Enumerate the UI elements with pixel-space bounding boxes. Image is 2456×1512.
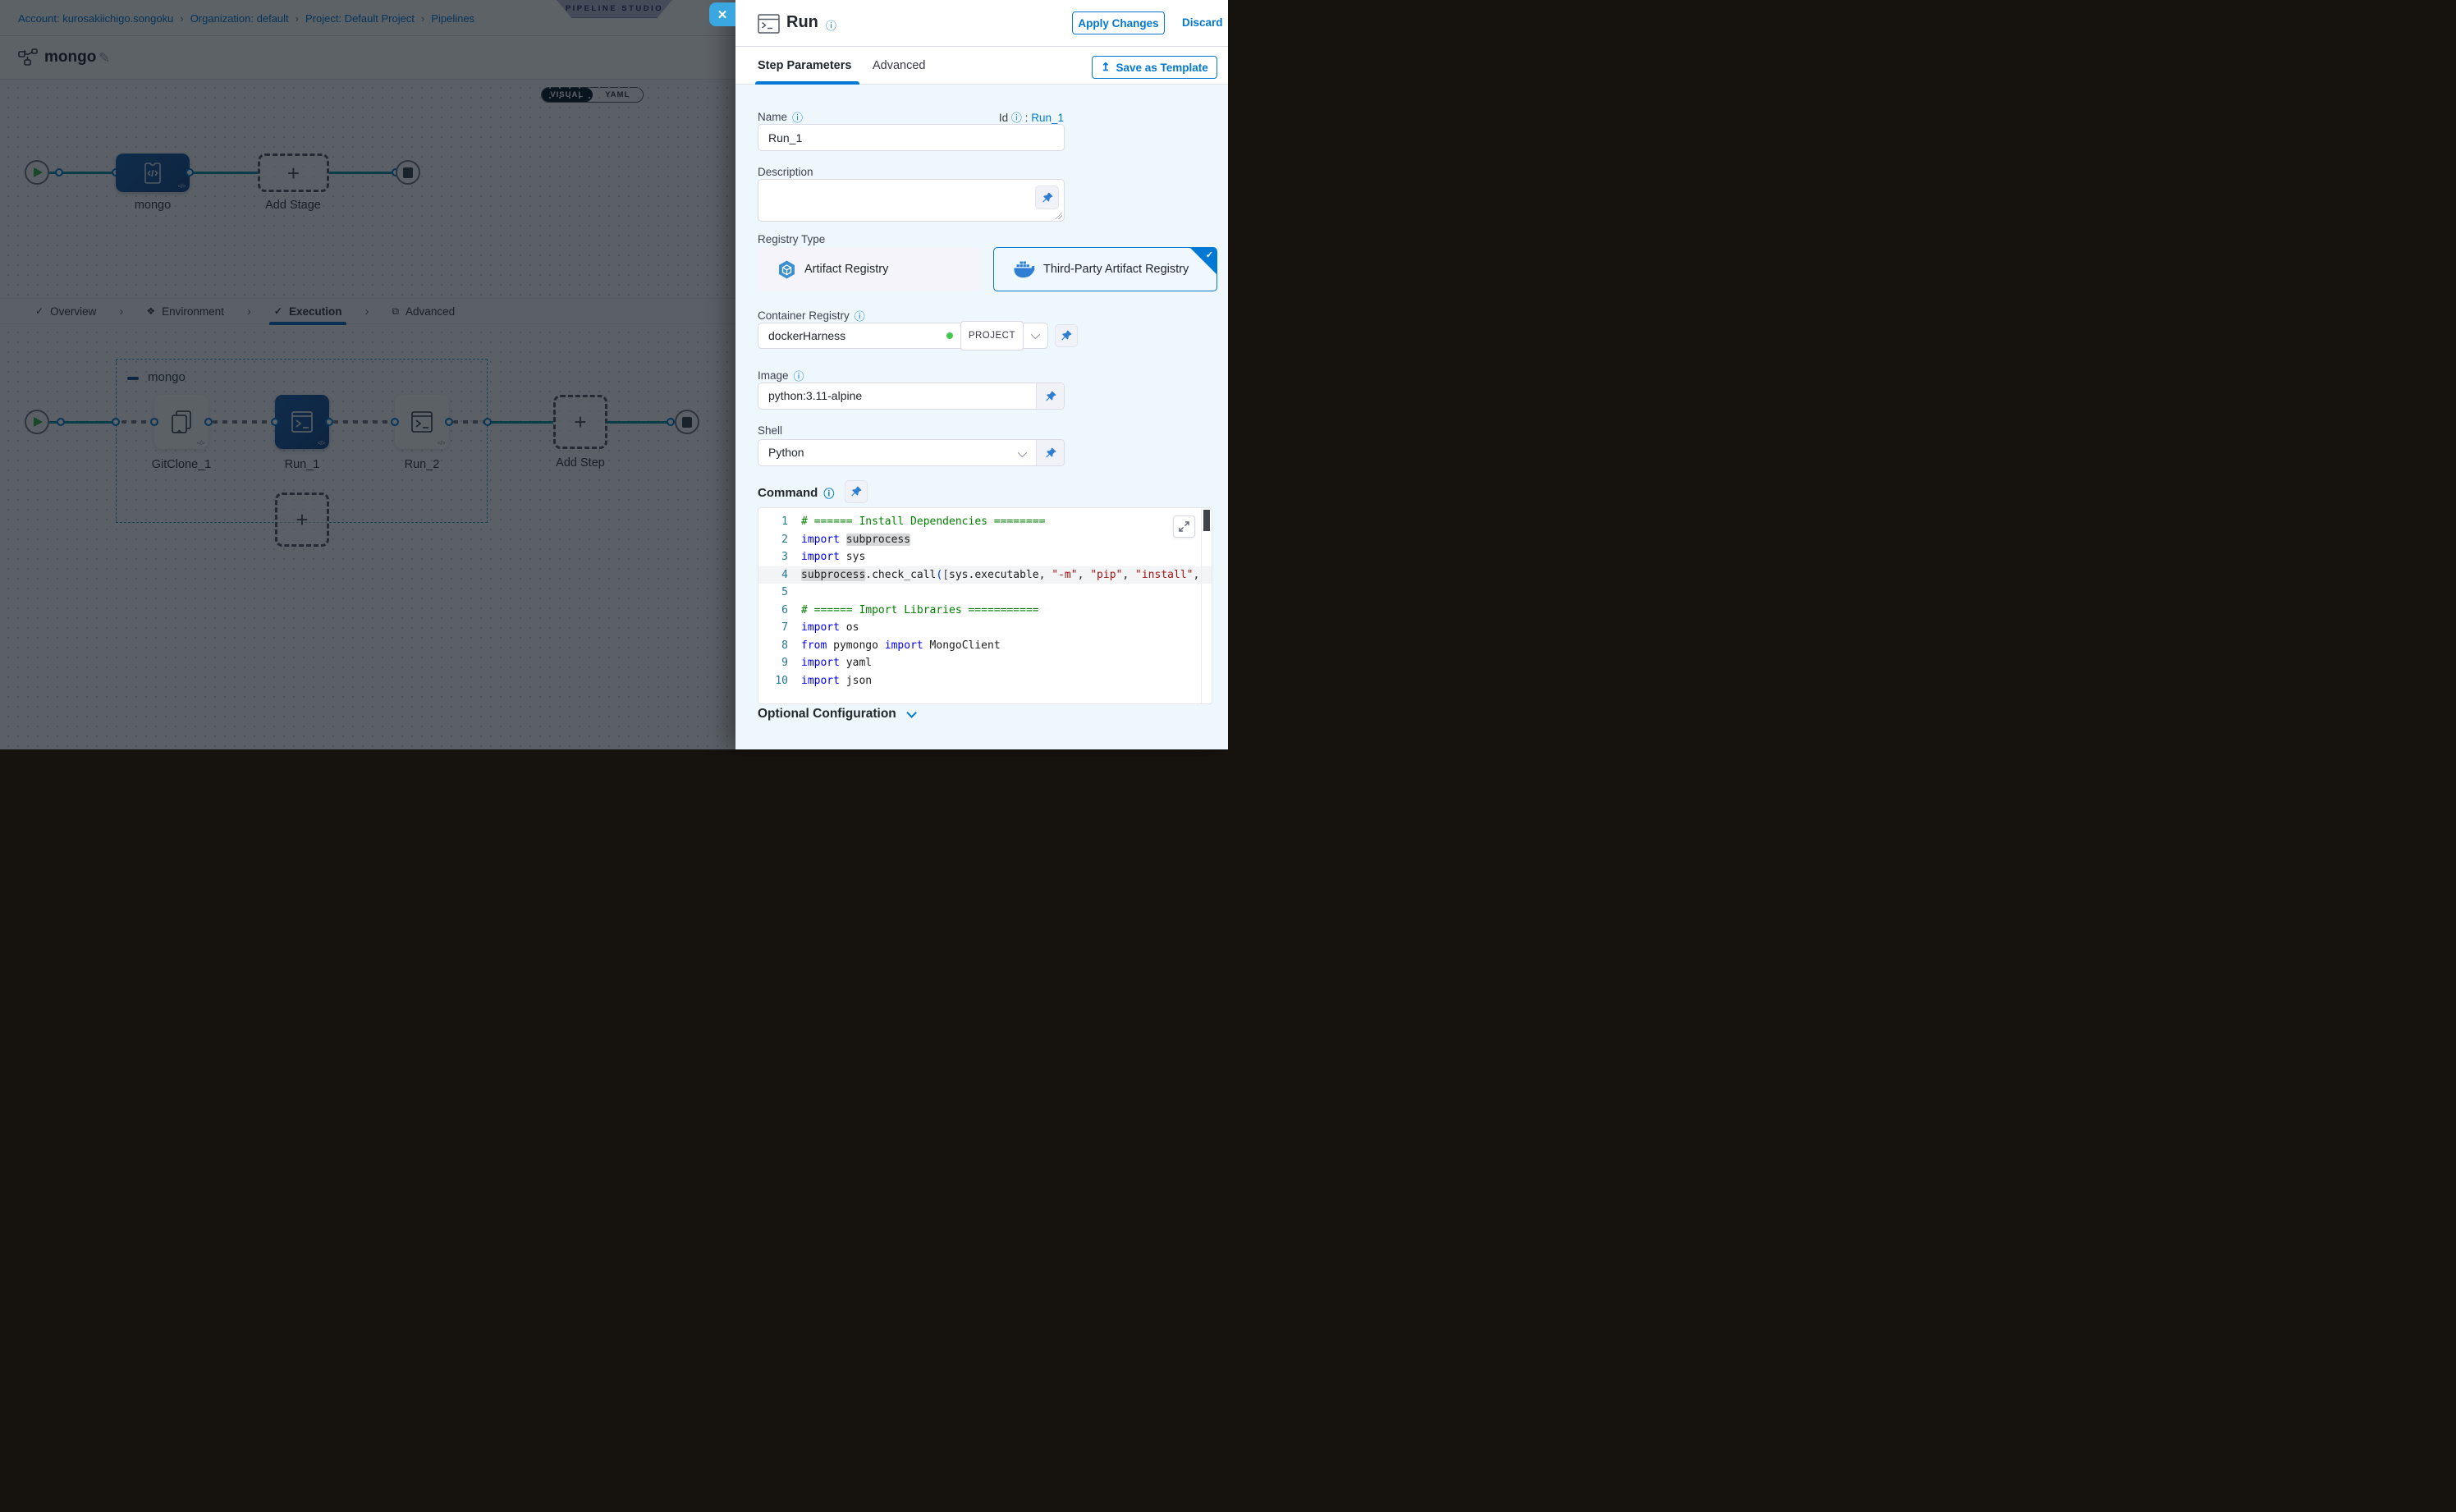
info-icon[interactable]: ⓘ [794,368,804,383]
modal-dim-overlay[interactable] [0,0,735,749]
code-text: import subprocess [801,531,910,549]
info-icon[interactable]: ⓘ [826,17,836,33]
line-number: 7 [758,619,801,637]
connector-status-dot [946,332,953,339]
code-line[interactable]: 6# ====== Import Libraries =========== [758,602,1212,620]
chevron-down-icon [1018,448,1027,457]
editor-scrollbar-thumb[interactable] [1203,510,1210,531]
artifact-registry-icon [777,259,796,280]
pushpin-icon [1060,329,1073,342]
command-label: Commandⓘ [758,485,834,501]
pin-runtime-input-button[interactable] [1055,324,1078,347]
line-number: 9 [758,654,801,672]
registry-type-label: Registry Type [758,233,825,245]
code-text: import yaml [801,654,872,672]
id-label: Id [999,112,1008,124]
info-icon[interactable]: ⓘ [792,109,803,125]
command-code-editor[interactable]: 1# ====== Install Dependencies ========2… [758,507,1212,704]
terminal-step-icon [758,14,780,34]
editor-scrollbar-track [1201,508,1202,703]
apply-changes-button[interactable]: Apply Changes [1072,11,1165,34]
line-number: 5 [758,584,801,602]
code-text: # ====== Import Libraries =========== [801,602,1039,620]
step-config-drawer: ✕ Run ⓘ Apply Changes Discard Step Param… [735,0,1228,749]
code-text: from pymongo import MongoClient [801,637,1001,655]
expand-editor-button[interactable] [1173,515,1195,538]
resize-handle[interactable] [1055,212,1062,219]
pushpin-icon [1044,390,1057,403]
name-label: Nameⓘ [758,109,803,125]
code-line[interactable]: 1# ====== Install Dependencies ======== [758,513,1212,531]
close-drawer-button[interactable]: ✕ [709,2,735,26]
code-text: import sys [801,548,865,566]
pin-runtime-input-button[interactable] [1035,186,1059,209]
image-field[interactable]: python:3.11-alpine [758,383,1065,410]
desktop-edge [0,749,1228,756]
description-textarea[interactable] [758,179,1065,222]
tab-step-parameters[interactable]: Step Parameters [758,47,851,84]
code-text: subprocess.check_call([sys.executable, "… [801,566,1206,584]
code-text: import os [801,619,859,637]
code-line[interactable]: 3import sys [758,548,1212,566]
screen: Account: kurosakiichigo.songoku›Organiza… [0,0,1228,756]
app-window: Account: kurosakiichigo.songoku›Organiza… [0,0,1228,749]
line-number: 10 [758,672,801,690]
line-number: 4 [758,566,801,584]
expand-icon [1179,521,1189,532]
optional-configuration-toggle[interactable]: Optional Configuration [758,707,914,722]
name-input[interactable] [758,124,1065,151]
pin-runtime-input-button[interactable] [845,480,868,503]
pipeline-studio-pane: Account: kurosakiichigo.songoku›Organiza… [0,0,735,749]
code-line[interactable]: 10import json [758,672,1212,690]
code-line[interactable]: 8from pymongo import MongoClient [758,637,1212,655]
pushpin-icon [850,485,863,498]
save-as-template-button[interactable]: ↥ Save as Template [1092,56,1217,79]
code-line[interactable]: 9import yaml [758,654,1212,672]
code-line[interactable]: 7import os [758,619,1212,637]
drawer-header: Run ⓘ Apply Changes Discard [735,0,1228,47]
container-registry-field[interactable]: dockerHarness PROJECT [758,323,1048,349]
registry-option-artifact-registry[interactable]: Artifact Registry [758,247,982,291]
upload-icon: ↥ [1101,61,1110,74]
container-registry-label: Container Registryⓘ [758,308,865,323]
id-value-link[interactable]: Run_1 [1031,112,1064,124]
code-text: import json [801,672,872,690]
pushpin-icon [1044,447,1057,460]
check-icon: ✓ [1206,250,1213,260]
code-line[interactable]: 5 [758,584,1212,602]
code-text: # ====== Install Dependencies ======== [801,513,1045,531]
line-number: 1 [758,513,801,531]
pushpin-icon [1041,191,1054,204]
info-icon[interactable]: ⓘ [1011,109,1022,125]
docker-icon [1014,261,1035,278]
info-icon[interactable]: ⓘ [823,485,834,501]
info-icon[interactable]: ⓘ [855,308,865,323]
step-id: Id ⓘ : Run_1 [900,109,1064,125]
image-label: Imageⓘ [758,368,804,383]
drawer-tab-bar: Step Parameters Advanced ↥ Save as Templ… [735,47,1228,85]
chevron-down-icon[interactable] [1031,330,1040,339]
scope-badge: PROJECT [960,321,1024,351]
registry-option-third-party[interactable]: Third-Party Artifact Registry ✓ [993,247,1217,291]
pin-runtime-input-button[interactable] [1036,383,1064,409]
shell-label: Shell [758,424,782,437]
step-parameters-form: Nameⓘ Id ⓘ : Run_1 Description [735,85,1228,749]
discard-button[interactable]: Discard [1182,16,1223,29]
description-label: Description [758,166,813,178]
line-number: 8 [758,637,801,655]
code-lines: 1# ====== Install Dependencies ========2… [758,513,1212,690]
step-type-title: Run [786,13,818,32]
pin-runtime-input-button[interactable] [1036,440,1064,465]
line-number: 2 [758,531,801,549]
shell-select[interactable]: Python [758,439,1065,466]
line-number: 3 [758,548,801,566]
line-number: 6 [758,602,801,620]
code-line[interactable]: 4subprocess.check_call([sys.executable, … [758,566,1212,584]
code-line[interactable]: 2import subprocess [758,531,1212,549]
tab-advanced[interactable]: Advanced [873,47,926,84]
chevron-down-icon [906,708,917,718]
close-icon: ✕ [717,7,728,22]
